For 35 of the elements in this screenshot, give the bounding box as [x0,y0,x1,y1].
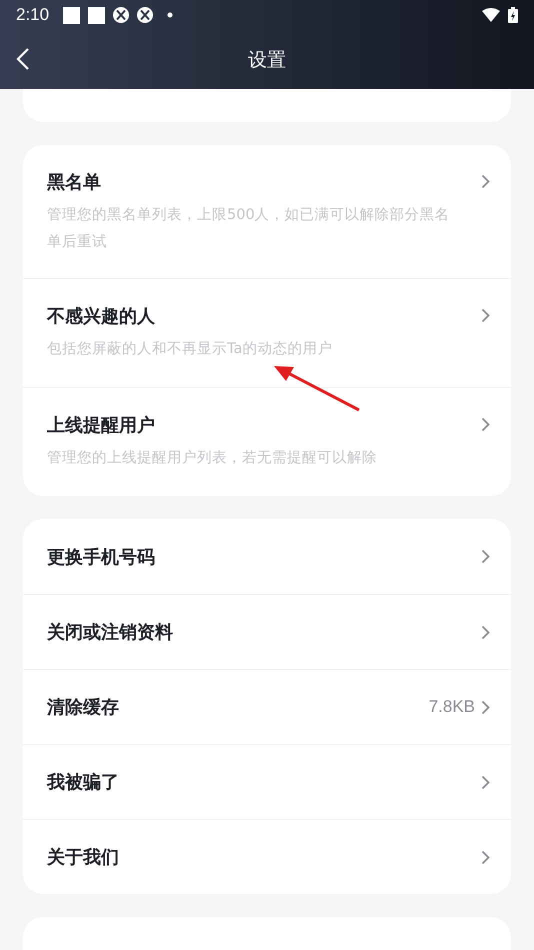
status-time: 2:10 [16,5,50,25]
wifi-icon [482,8,500,22]
notification-icon [88,6,106,24]
chevron-icon [481,624,490,640]
row-title: 清除缓存 [47,696,119,719]
settings-row[interactable]: 上线提醒用户 管理您的上线提醒用户列表，若无需提醒可以解除 [23,387,511,496]
row-value: 7.8KB [428,697,475,717]
settings-row[interactable]: 我被骗了 [23,744,511,819]
row-title: 关闭或注销资料 [47,621,173,644]
settings-row[interactable]: 黑名单 管理您的黑名单列表，上限500人，如已满可以解除部分黑名单后重试 [23,145,511,278]
settings-row[interactable]: 关于我们 [23,819,511,894]
chevron-icon [481,308,490,323]
chevron-icon [481,549,490,564]
row-title: 更换手机号码 [47,546,155,568]
row-title: 关于我们 [47,846,119,869]
settings-row[interactable]: 关闭或注销资料 [23,594,511,669]
row-description: 包括您屏蔽的人和不再显示Ta的动态的用户 [47,340,334,359]
settings-row[interactable]: 更换手机号码 [23,519,511,594]
row-description: 管理您的黑名单列表，上限500人，如已满可以解除部分黑名单后重试 [47,206,451,252]
chevron-icon [481,700,490,714]
settings-row[interactable]: 清除缓存 7.8KB [23,669,511,744]
page-title: 设置 [248,48,286,72]
battery-icon [508,7,518,23]
chevron-icon [481,174,490,189]
row-title: 不感兴趣的人 [47,304,155,328]
row-title: 黑名单 [47,170,101,194]
notification-icon [63,6,80,24]
chevron-icon [481,850,490,864]
back-icon[interactable] [16,47,30,71]
row-title: 我被骗了 [47,771,119,794]
row-description: 管理您的上线提醒用户列表，若无需提醒可以解除 [47,449,378,468]
chevron-icon [481,417,490,432]
dot-icon [167,12,174,18]
chevron-icon [481,774,490,790]
row-title: 上线提醒用户 [47,414,155,436]
